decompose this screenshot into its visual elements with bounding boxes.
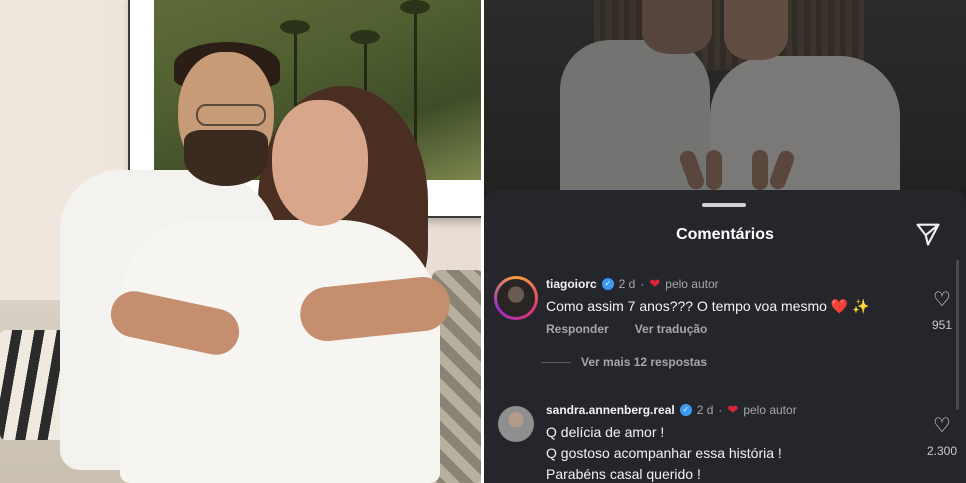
comments-screen: Comentários tiagoiorc ✓ 2 d · ❤ pelo aut… [484,0,966,483]
comment-text-line: Q gostoso acompanhar essa história ! [546,445,782,461]
reply-button[interactable]: Responder [546,322,609,336]
liked-by-author-label: pelo autor [743,403,797,417]
comment-age: 2 d [696,403,714,417]
see-translation-button[interactable]: Ver tradução [635,322,708,336]
like-count: 2.300 [926,444,958,458]
comment-username[interactable]: tiagoiorc [546,277,597,291]
author-liked-heart-icon: ❤ [727,402,739,417]
post-photo-background [484,0,966,192]
comment-username[interactable]: sandra.annenberg.real [546,403,675,417]
liked-by-author-label: pelo autor [665,277,719,291]
scrollbar[interactable] [956,260,959,410]
verified-badge-icon: ✓ [679,404,692,416]
glasses-icon [196,104,266,126]
avatar[interactable] [498,406,534,442]
sheet-drag-handle[interactable] [702,203,746,207]
sheet-title: Comentários [676,226,774,243]
comment-text: Como assim 7 anos??? O tempo voa mesmo ❤… [546,298,870,314]
comment-text-line: Parabéns casal querido ! [546,466,701,482]
woman-figure [120,220,440,483]
comment-text-line: Q delícia de amor ! [546,424,665,440]
like-heart-icon[interactable]: ♡ [914,416,966,436]
couple-photo [0,0,481,483]
verified-badge-icon: ✓ [601,278,614,290]
author-liked-heart-icon: ❤ [649,276,661,291]
comments-sheet: Comentários tiagoiorc ✓ 2 d · ❤ pelo aut… [484,190,966,483]
comment-age: 2 d [618,277,636,291]
view-more-replies-button[interactable]: Ver mais 12 respostas [541,355,707,369]
send-icon[interactable] [914,220,942,248]
avatar[interactable] [494,276,538,320]
